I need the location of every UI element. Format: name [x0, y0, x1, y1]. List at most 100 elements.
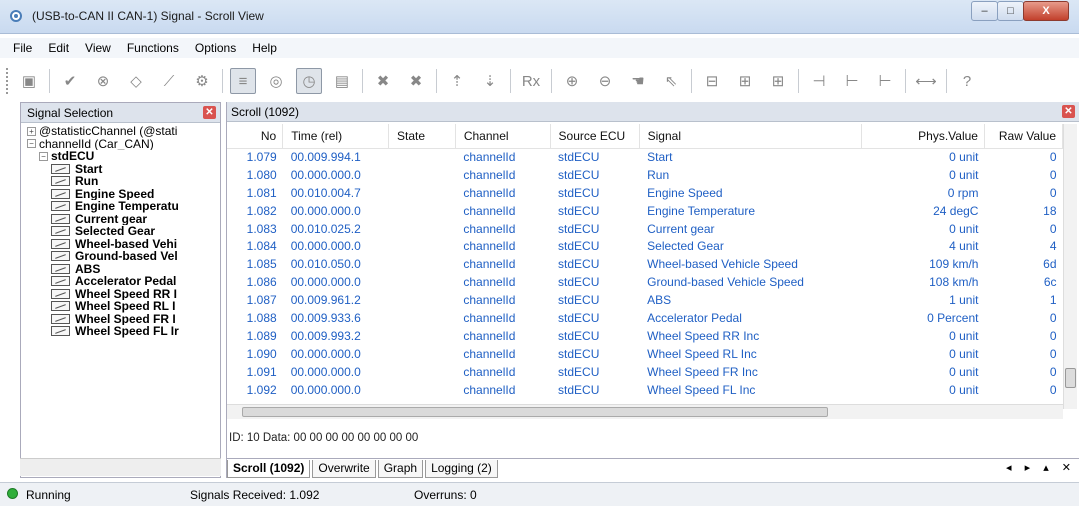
tree-node[interactable]: Start: [21, 163, 220, 176]
tab-graph[interactable]: Graph: [377, 460, 424, 478]
table-row[interactable]: 1.081 00.010.004.7 channelId stdECU Engine S…: [227, 184, 1063, 202]
table-row[interactable]: 1.084 00.000.000.0 channelId stdECU Selected…: [227, 237, 1063, 255]
column-header[interactable]: Phys.Value: [861, 124, 985, 149]
scroll-mode-button[interactable]: ≡: [230, 68, 256, 94]
column-header[interactable]: Time (rel): [282, 124, 390, 149]
table-vertical-scrollbar[interactable]: [1063, 124, 1077, 409]
close-button[interactable]: X: [1023, 1, 1069, 21]
minimize-button[interactable]: –: [971, 1, 998, 21]
maximize-button[interactable]: □: [997, 1, 1024, 21]
tree-node[interactable]: Wheel Speed FL Ir: [21, 325, 220, 338]
expand-icon[interactable]: +: [27, 126, 36, 136]
table-row[interactable]: 1.089 00.009.993.2 channelId stdECU Wheel Sp…: [227, 327, 1063, 345]
down-button[interactable]: ⇣: [477, 68, 503, 94]
tree-node[interactable]: Current gear: [21, 213, 220, 226]
table-cell: channelId: [463, 185, 516, 200]
table-row[interactable]: 1.085 00.010.050.0 channelId stdECU Wheel-ba…: [227, 255, 1063, 273]
tools-button[interactable]: ⚙: [189, 68, 215, 94]
clock-button[interactable]: ◷: [296, 68, 322, 94]
pointer-button[interactable]: ⇖: [658, 68, 684, 94]
save-button[interactable]: ▣: [16, 68, 42, 94]
tab-navigation[interactable]: ◂ ▸ ▴ ✕: [1006, 461, 1076, 474]
menu-edit[interactable]: Edit: [40, 41, 77, 55]
tree-node[interactable]: Wheel Speed FR I: [21, 313, 220, 326]
column-header[interactable]: Raw Value: [984, 124, 1064, 149]
menu-functions[interactable]: Functions: [119, 41, 187, 55]
cursor2-icon: ⊢: [878, 73, 892, 90]
distance-button[interactable]: ⟷: [913, 68, 939, 94]
table-row[interactable]: 1.088 00.009.933.6 channelId stdECU Accelera…: [227, 309, 1063, 327]
table-row[interactable]: 1.082 00.000.000.0 channelId stdECU Engine T…: [227, 202, 1063, 220]
tree-node[interactable]: Wheel-based Vehi: [21, 238, 220, 251]
overwrite-button[interactable]: ◎: [263, 68, 289, 94]
tab-scroll[interactable]: Scroll (1092): [227, 460, 311, 478]
tree-node[interactable]: + @statisticChannel (@stati: [21, 125, 220, 138]
tree-node[interactable]: Ground-based Vel: [21, 250, 220, 263]
cursor2-button[interactable]: ⊢: [872, 68, 898, 94]
vertical-scroll-thumb[interactable]: [1065, 368, 1076, 388]
toolbar-grip[interactable]: [6, 68, 10, 94]
table-row[interactable]: 1.091 00.000.000.0 channelId stdECU Wheel Sp…: [227, 363, 1063, 381]
menu-file[interactable]: File: [5, 41, 40, 55]
overwrite-icon: ◎: [269, 73, 283, 90]
stop-button[interactable]: ⊗: [90, 68, 116, 94]
table-row[interactable]: 1.092 00.000.000.0 channelId stdECU Wheel Sp…: [227, 381, 1063, 399]
export-button[interactable]: ▤: [329, 68, 355, 94]
cursor1-button[interactable]: ⊢: [839, 68, 865, 94]
tab-logging[interactable]: Logging (2): [425, 460, 498, 478]
menu-options[interactable]: Options: [187, 41, 244, 55]
tree-node[interactable]: − channelId (Car_CAN): [21, 138, 220, 151]
hand-button[interactable]: ☚: [625, 68, 651, 94]
tree-node[interactable]: Selected Gear: [21, 225, 220, 238]
table-row[interactable]: 1.079 00.009.994.1 channelId stdECU Start 0 u…: [227, 148, 1063, 166]
check-button[interactable]: ✔: [57, 68, 83, 94]
zoom-in-button[interactable]: ⊕: [559, 68, 585, 94]
menu-help[interactable]: Help: [244, 41, 285, 55]
cursor-button[interactable]: ⊣: [806, 68, 832, 94]
table-row[interactable]: 1.090 00.000.000.0 channelId stdECU Wheel Sp…: [227, 345, 1063, 363]
help-button[interactable]: ?: [954, 68, 980, 94]
table-cell: channelId: [463, 328, 516, 343]
tree-node[interactable]: Run: [21, 175, 220, 188]
column-header[interactable]: Channel: [455, 124, 551, 149]
expand-icon[interactable]: −: [39, 151, 48, 161]
tree-node[interactable]: Wheel Speed RR I: [21, 288, 220, 301]
table-cell: 1.082: [246, 203, 277, 218]
rx-button[interactable]: Rx: [518, 68, 544, 94]
table-row[interactable]: 1.086 00.000.000.0 channelId stdECU Ground-b…: [227, 273, 1063, 291]
signal-icon: [51, 201, 70, 212]
tree-node-label: Run: [75, 175, 99, 188]
table-row[interactable]: 1.087 00.009.961.2 channelId stdECU ABS 1 uni…: [227, 291, 1063, 309]
table-cell: channelId: [463, 310, 516, 325]
close-scroll-view-icon[interactable]: ✕: [1062, 105, 1075, 118]
fit-button[interactable]: ⊟: [699, 68, 725, 94]
zoom-out-button[interactable]: ⊖: [592, 68, 618, 94]
table-cell: channelId: [463, 293, 516, 308]
fit-h-button[interactable]: ⊞: [732, 68, 758, 94]
column-header[interactable]: Source ECU: [550, 124, 640, 149]
menu-view[interactable]: View: [77, 41, 119, 55]
delete-button[interactable]: ✖: [370, 68, 396, 94]
column-header[interactable]: State: [388, 124, 456, 149]
horizontal-scroll-thumb[interactable]: [242, 407, 828, 417]
delete-all-button[interactable]: ✖: [403, 68, 429, 94]
expand-icon[interactable]: −: [27, 139, 36, 149]
tree-node[interactable]: Engine Speed: [21, 188, 220, 201]
table-row[interactable]: 1.080 00.000.000.0 channelId stdECU Run 0 uni…: [227, 166, 1063, 184]
tree-node[interactable]: − stdECU: [21, 150, 220, 163]
table-horizontal-scrollbar[interactable]: [227, 404, 1063, 419]
close-panel-icon[interactable]: ✕: [203, 106, 216, 119]
tree-horizontal-scrollbar[interactable]: [20, 458, 221, 476]
fit-v-button[interactable]: ⊞: [765, 68, 791, 94]
wand-button[interactable]: ⟋: [156, 68, 182, 94]
table-row[interactable]: 1.083 00.010.025.2 channelId stdECU Current …: [227, 220, 1063, 238]
tree-node[interactable]: ABS: [21, 263, 220, 276]
tab-overwrite[interactable]: Overwrite: [312, 460, 376, 478]
tree-node[interactable]: Wheel Speed RL I: [21, 300, 220, 313]
column-header[interactable]: No: [227, 124, 284, 149]
eraser-button[interactable]: ◇: [123, 68, 149, 94]
column-header[interactable]: Signal: [639, 124, 863, 149]
tree-node[interactable]: Engine Temperatu: [21, 200, 220, 213]
up-button[interactable]: ⇡: [444, 68, 470, 94]
tree-node[interactable]: Accelerator Pedal: [21, 275, 220, 288]
